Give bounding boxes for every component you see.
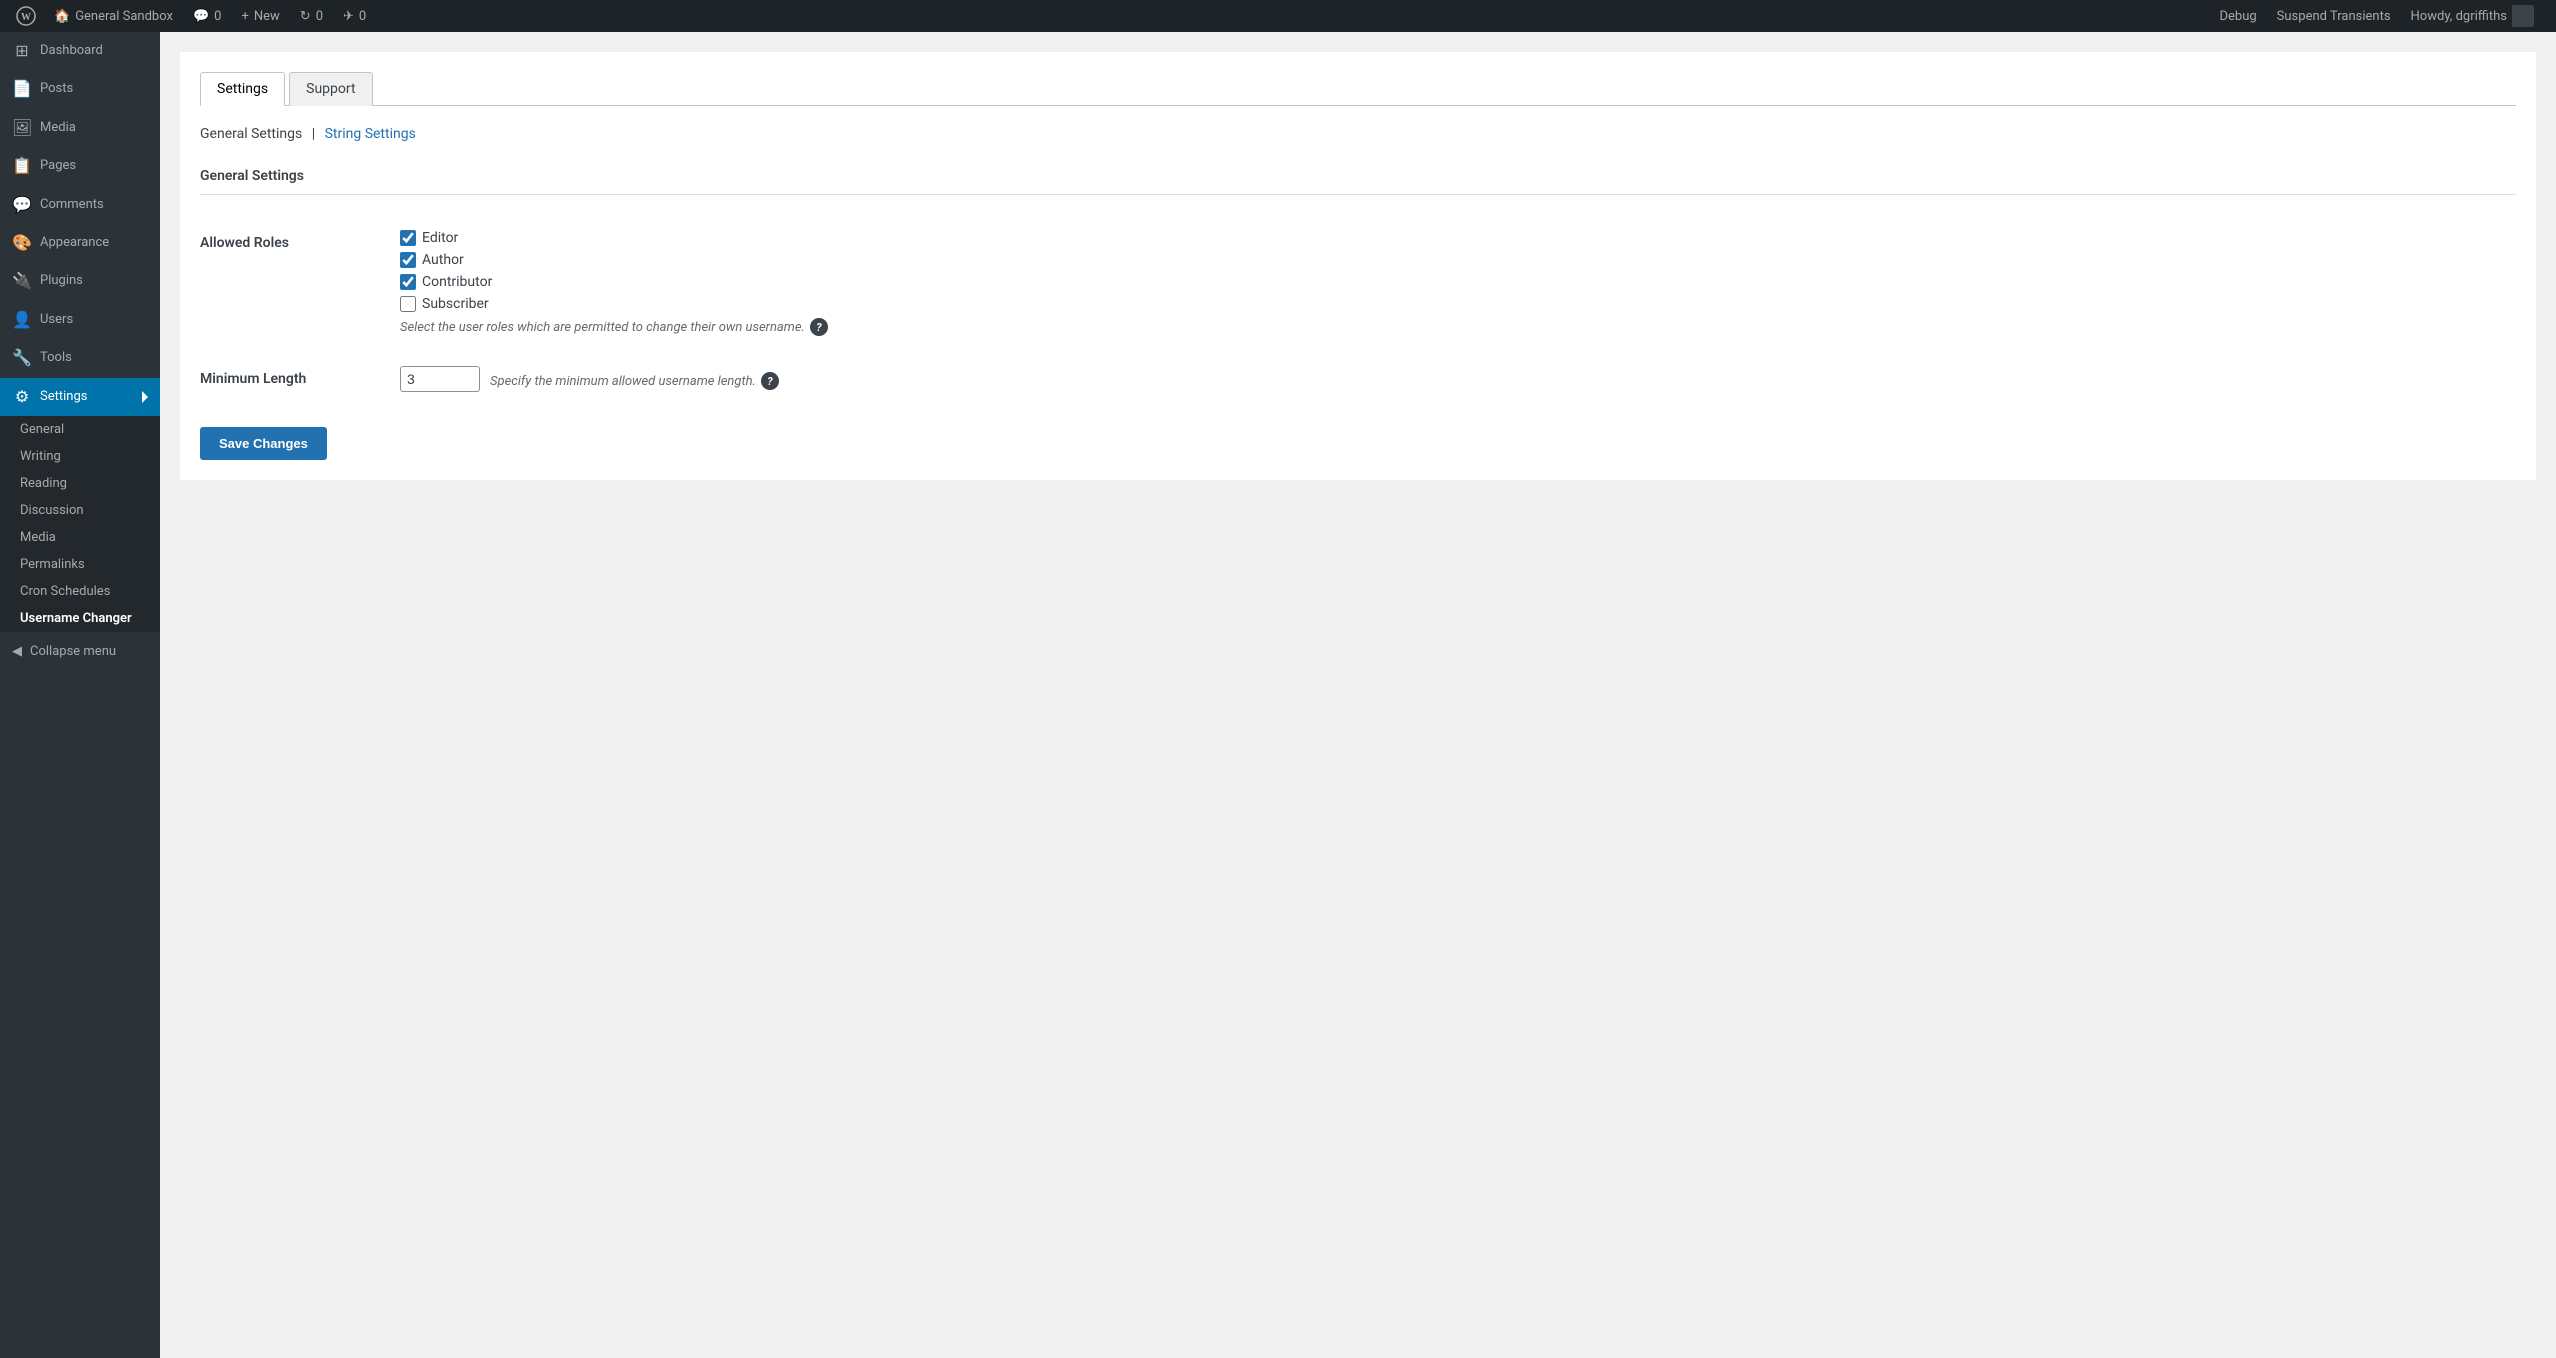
sidebar-item-plugins[interactable]: 🔌 Plugins [0,262,160,300]
admin-bar: W 🏠 General Sandbox 💬 0 + New ↻ 0 ✈ 0 De… [0,0,2556,32]
adminbar-howdy[interactable]: Howdy, dgriffiths [2401,0,2544,32]
subscriber-checkbox-label[interactable]: Subscriber [400,296,2516,312]
breadcrumb-separator: | [312,126,315,142]
adminbar-comments[interactable]: 💬 0 [183,0,232,32]
submenu-cron[interactable]: Cron Schedules [0,578,160,605]
submit-section: Save Changes [200,427,2516,460]
tools-icon: 🔧 [12,347,32,369]
comments-icon: 💬 [12,194,32,216]
dashboard-icon: ⊞ [12,40,32,62]
submenu-general[interactable]: General [0,416,160,443]
main-content: Settings Support General Settings | Stri… [160,32,2556,1358]
adminbar-new[interactable]: + New [231,0,289,32]
minimum-length-help-icon[interactable]: ? [761,372,779,390]
adminbar-debug[interactable]: Debug [2209,0,2266,32]
allowed-roles-row: Allowed Roles Editor Author [200,215,2516,351]
submenu-reading[interactable]: Reading [0,470,160,497]
adminbar-right: Debug Suspend Transients Howdy, dgriffit… [2209,0,2544,32]
collapse-icon: ◀ [12,644,22,659]
pages-icon: 📋 [12,155,32,177]
sidebar-item-appearance[interactable]: 🎨 Appearance [0,224,160,262]
appearance-icon: 🎨 [12,232,32,254]
settings-arrow [142,391,148,403]
allowed-roles-label: Allowed Roles [200,215,400,351]
contributor-checkbox[interactable] [400,274,416,290]
sidebar: ⊞ Dashboard 📄 Posts 🖼 Media 📋 Pages 💬 Co… [0,32,160,1358]
sidebar-item-tools[interactable]: 🔧 Tools [0,339,160,377]
subscriber-checkbox[interactable] [400,296,416,312]
tab-settings[interactable]: Settings [200,72,285,106]
contributor-checkbox-label[interactable]: Contributor [400,274,2516,290]
settings-form: Allowed Roles Editor Author [200,215,2516,407]
submenu-username-changer[interactable]: Username Changer [0,605,160,632]
breadcrumb: General Settings | String Settings [200,126,2516,142]
sidebar-item-pages[interactable]: 📋 Pages [0,147,160,185]
wp-logo[interactable]: W [12,2,40,30]
tab-bar: Settings Support [200,72,2516,106]
settings-wrap: Settings Support General Settings | Stri… [180,52,2536,480]
minimum-length-input[interactable] [400,366,480,392]
sidebar-item-users[interactable]: 👤 Users [0,301,160,339]
editor-checkbox[interactable] [400,230,416,246]
user-avatar [2512,5,2534,27]
settings-submenu: General Writing Reading Discussion Media… [0,416,160,632]
adminbar-plugins[interactable]: ✈ 0 [333,0,376,32]
collapse-menu-button[interactable]: ◀ Collapse menu [0,636,160,667]
string-settings-link[interactable]: String Settings [325,126,416,142]
allowed-roles-help-icon[interactable]: ? [810,318,828,336]
plugins-icon: 🔌 [12,270,32,292]
minimum-length-description: Specify the minimum allowed username len… [490,372,779,390]
min-length-controls: Specify the minimum allowed username len… [400,366,2516,392]
submenu-writing[interactable]: Writing [0,443,160,470]
wp-wrap: ⊞ Dashboard 📄 Posts 🖼 Media 📋 Pages 💬 Co… [0,32,2556,1358]
save-changes-button[interactable]: Save Changes [200,427,327,460]
sidebar-item-dashboard[interactable]: ⊞ Dashboard [0,32,160,70]
editor-checkbox-label[interactable]: Editor [400,230,2516,246]
media-icon: 🖼 [12,117,32,139]
sidebar-item-posts[interactable]: 📄 Posts [0,70,160,108]
allowed-roles-description: Select the user roles which are permitte… [400,318,2516,336]
adminbar-suspend[interactable]: Suspend Transients [2267,0,2401,32]
adminbar-updates[interactable]: ↻ 0 [290,0,333,32]
posts-icon: 📄 [12,78,32,100]
sidebar-item-settings[interactable]: ⚙ Settings [0,378,160,416]
author-checkbox[interactable] [400,252,416,268]
submenu-discussion[interactable]: Discussion [0,497,160,524]
settings-icon: ⚙ [12,386,32,408]
submenu-permalinks[interactable]: Permalinks [0,551,160,578]
sidebar-item-comments[interactable]: 💬 Comments [0,186,160,224]
author-checkbox-label[interactable]: Author [400,252,2516,268]
tab-support[interactable]: Support [289,72,372,106]
adminbar-site[interactable]: 🏠 General Sandbox [44,0,183,32]
section-heading: General Settings [200,158,2516,195]
submenu-media[interactable]: Media [0,524,160,551]
svg-text:W: W [21,12,31,23]
users-icon: 👤 [12,309,32,331]
minimum-length-field: Specify the minimum allowed username len… [400,351,2516,407]
minimum-length-row: Minimum Length Specify the minimum allow… [200,351,2516,407]
minimum-length-label: Minimum Length [200,351,400,407]
allowed-roles-field: Editor Author Contributor [400,215,2516,351]
sidebar-item-media[interactable]: 🖼 Media [0,109,160,147]
